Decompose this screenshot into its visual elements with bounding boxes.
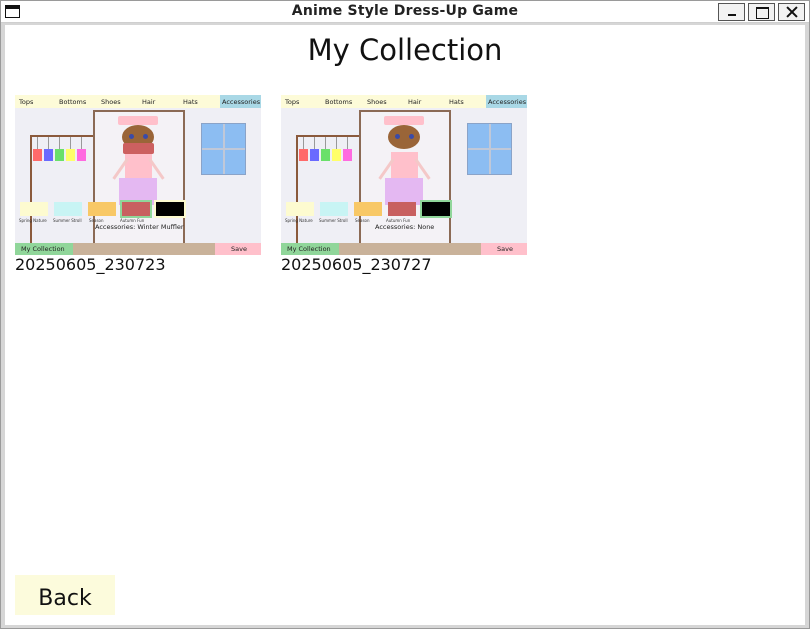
clothes-rack — [30, 135, 32, 255]
swatch-label: Spring Nature — [19, 218, 47, 223]
rack-shirt — [44, 149, 53, 161]
hanger — [303, 137, 304, 149]
swatch-label: Summer Stroll — [53, 218, 82, 223]
thumbnail-tab-accessories: Accessories — [220, 95, 261, 108]
character-bottom — [119, 178, 157, 205]
rack-shirt — [332, 149, 341, 161]
swatch-label: Season — [355, 218, 370, 223]
page-title: My Collection — [307, 33, 503, 67]
maximize-button[interactable] — [748, 3, 775, 21]
thumbnail-tab-hats: Hats — [449, 98, 464, 106]
back-button[interactable]: Back — [15, 575, 115, 615]
thumbnail-tab-shoes: Shoes — [367, 98, 387, 106]
character-top — [125, 152, 152, 178]
hanger — [59, 137, 60, 149]
item-swatch — [54, 202, 82, 216]
thumbnail-tab-accessories: Accessories — [486, 95, 527, 108]
title-bar[interactable]: Anime Style Dress-Up Game — [1, 1, 809, 23]
thumbnail-collection-button: My Collection — [15, 243, 73, 255]
item-swatch — [20, 202, 48, 216]
item-swatch — [354, 202, 382, 216]
rack-shirt — [66, 149, 75, 161]
item-swatch — [286, 202, 314, 216]
hanger — [81, 137, 82, 149]
thumbnail-tab-shoes: Shoes — [101, 98, 121, 106]
thumbnail-tab-bar: Tops Bottoms Shoes Hair Hats Accessories — [15, 95, 261, 108]
hanger — [325, 137, 326, 149]
outfit-thumbnail[interactable]: Tops Bottoms Shoes Hair Hats Accessories — [15, 95, 261, 255]
item-swatch — [388, 202, 416, 216]
hanger — [347, 137, 348, 149]
window-title: Anime Style Dress-Up Game — [291, 3, 519, 19]
hanger — [37, 137, 38, 149]
character-hat — [384, 116, 424, 125]
item-swatch-selected — [120, 200, 152, 218]
collection-screen: My Collection Tops Bottoms Shoes Hair Ha… — [5, 25, 805, 625]
thumbnail-tab-bottoms: Bottoms — [59, 98, 87, 106]
close-button[interactable] — [778, 3, 805, 21]
rack-shirt — [321, 149, 330, 161]
item-swatch-selected — [420, 200, 452, 218]
swatch-label: Summer Stroll — [319, 218, 348, 223]
minimize-button[interactable] — [718, 3, 745, 21]
rack-shirt — [343, 149, 352, 161]
thumbnail-tab-bar: Tops Bottoms Shoes Hair Hats Accessories — [281, 95, 527, 108]
room-window — [467, 123, 512, 175]
rack-shirt — [299, 149, 308, 161]
thumbnail-tab-hair: Hair — [142, 98, 156, 106]
outfit-caption: 20250605_230723 — [15, 255, 166, 274]
swatch-label: Spring Nature — [285, 218, 313, 223]
character-eye — [143, 134, 148, 139]
character-eye — [409, 134, 414, 139]
thumbnail-collection-button: My Collection — [281, 243, 339, 255]
character-hat — [118, 116, 158, 125]
rack-shirt — [310, 149, 319, 161]
rack-shirt — [55, 149, 64, 161]
item-swatch-row: Spring Nature Summer Stroll Season Autum… — [18, 200, 186, 223]
thumbnail-tab-hats: Hats — [183, 98, 198, 106]
outfit-thumbnail[interactable]: Tops Bottoms Shoes Hair Hats Accessories — [281, 95, 527, 255]
app-window: Anime Style Dress-Up Game My Collection … — [0, 0, 810, 629]
item-swatch — [154, 200, 186, 218]
character-eye — [129, 134, 134, 139]
item-swatch — [320, 202, 348, 216]
outfit-caption: 20250605_230727 — [281, 255, 432, 274]
character-bottom — [385, 178, 423, 205]
rack-shirt — [33, 149, 42, 161]
hanger — [70, 137, 71, 149]
rack-shirt — [77, 149, 86, 161]
character-top — [391, 152, 418, 178]
item-swatch — [88, 202, 116, 216]
thumbnail-save-button: Save — [481, 243, 527, 255]
clothes-rack-bar — [30, 135, 94, 137]
thumbnail-tab-tops: Tops — [285, 98, 300, 106]
thumbnail-save-button: Save — [215, 243, 261, 255]
thumbnail-tab-hair: Hair — [408, 98, 422, 106]
hanger — [336, 137, 337, 149]
thumbnail-tab-tops: Tops — [19, 98, 34, 106]
character-eye — [395, 134, 400, 139]
character-head — [388, 125, 420, 149]
hanger — [48, 137, 49, 149]
hanger — [314, 137, 315, 149]
thumbnail-tab-bottoms: Bottoms — [325, 98, 353, 106]
clothes-rack — [296, 135, 298, 255]
equipped-item-label: Accessories: None — [375, 223, 435, 231]
clothes-rack-bar — [296, 135, 360, 137]
room-window — [201, 123, 246, 175]
equipped-item-label: Accessories: Winter Muffler — [95, 223, 184, 231]
item-swatch-row: Spring Nature Summer Stroll Season Autum… — [284, 200, 452, 223]
character-muffler — [123, 143, 154, 154]
